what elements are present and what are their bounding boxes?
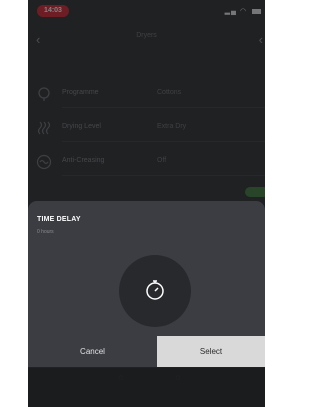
setting-label: Anti-Creasing: [62, 157, 105, 164]
anti-creasing-icon: [36, 154, 52, 170]
setting-value: Cottons: [157, 89, 182, 96]
setting-row-programme[interactable]: Programme Cottons: [28, 80, 265, 108]
wifi-icon: ◠: [239, 8, 248, 15]
page-title: Dryers: [136, 32, 157, 39]
timer-button[interactable]: [119, 255, 191, 327]
divider: [62, 107, 265, 108]
sheet-actions: Cancel Select: [28, 336, 265, 367]
cancel-button[interactable]: Cancel: [28, 336, 157, 367]
status-time: 14:03: [37, 5, 69, 17]
tab-bar: ▢ ▢: [28, 367, 265, 407]
phone-screen: 14:03 ▂▄ ◠ ‹ Dryers ‹ Programme Cottons …: [28, 0, 265, 407]
divider: [62, 141, 265, 142]
toggle-switch[interactable]: [245, 187, 265, 197]
timer-icon: [146, 280, 164, 300]
status-icons: ▂▄ ◠: [225, 7, 261, 15]
battery-icon: [252, 8, 261, 14]
status-bar: 14:03 ▂▄ ◠: [28, 0, 265, 22]
divider: [62, 175, 265, 176]
sheet-subtitle: 0 hours: [37, 229, 54, 235]
time-delay-sheet: TIME DELAY 0 hours Cancel Select: [28, 201, 265, 367]
setting-label: Programme: [62, 89, 99, 96]
setting-row-drying-level[interactable]: Drying Level Extra Dry: [28, 114, 265, 142]
setting-row-anti-creasing[interactable]: Anti-Creasing Off: [28, 148, 265, 176]
signal-icon: ▂▄: [224, 8, 237, 15]
setting-label: Drying Level: [62, 123, 101, 130]
setting-value: Extra Dry: [157, 123, 187, 130]
drying-level-icon: [37, 121, 51, 135]
tab-item-left[interactable]: ▢: [111, 375, 131, 381]
select-button[interactable]: Select: [157, 336, 265, 367]
setting-value: Off: [157, 157, 167, 164]
programme-icon: [38, 87, 50, 101]
tab-item-right[interactable]: ▢: [168, 375, 188, 381]
sheet-title: TIME DELAY: [37, 216, 81, 223]
chevron-right-icon[interactable]: ‹: [259, 32, 263, 47]
